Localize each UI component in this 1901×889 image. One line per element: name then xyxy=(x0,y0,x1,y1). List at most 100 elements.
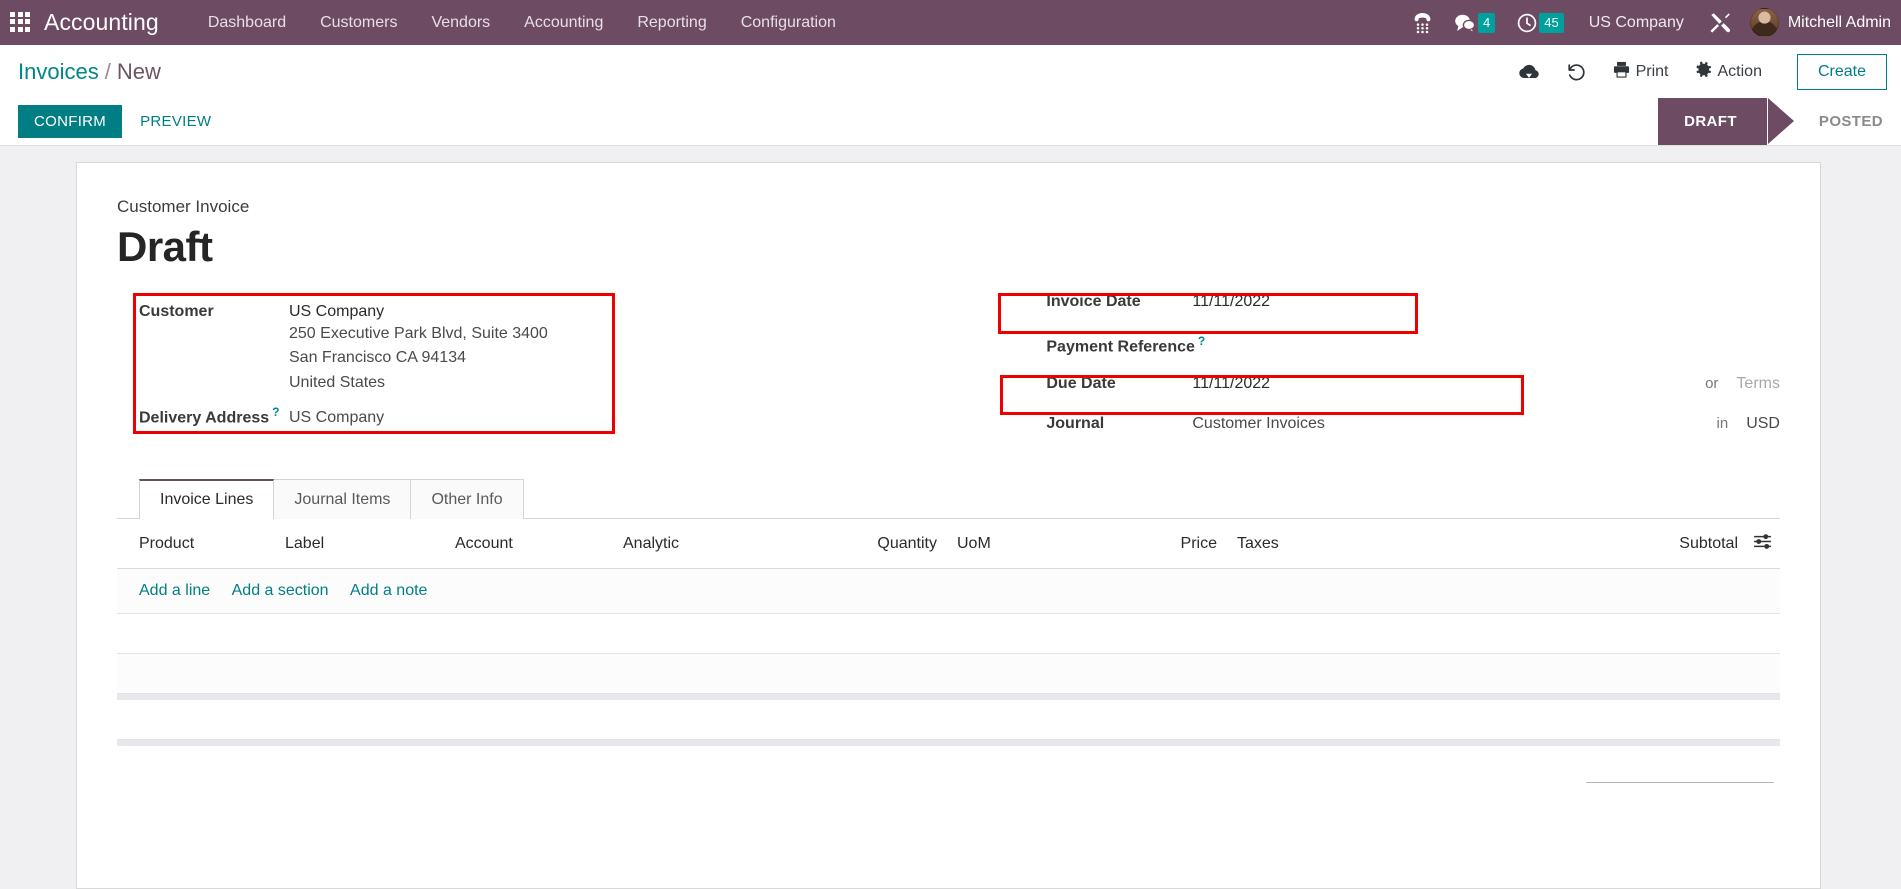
menu-item-configuration[interactable]: Configuration xyxy=(724,2,853,44)
empty-row xyxy=(117,699,1780,740)
currency-value[interactable]: USD xyxy=(1746,415,1780,433)
document-type-label: Customer Invoice xyxy=(117,197,250,216)
create-button[interactable]: Create xyxy=(1796,53,1887,90)
printer-icon xyxy=(1613,61,1630,83)
payment-reference-label: Payment Reference? xyxy=(1020,334,1205,356)
empty-row xyxy=(117,653,1780,694)
address-line-3: United States xyxy=(289,373,386,391)
gear-icon xyxy=(1695,61,1712,83)
due-date-label: Due Date xyxy=(1046,375,1116,392)
apps-grid-icon[interactable] xyxy=(10,11,32,34)
journal-in-label: in xyxy=(1716,415,1729,432)
delivery-address-value[interactable]: US Company xyxy=(289,409,384,427)
invoice-header-fields: Customer US Company 250 Executive Park B… xyxy=(117,293,1780,457)
action-button[interactable]: Action xyxy=(1682,55,1775,89)
add-a-section-button[interactable]: Add a section xyxy=(232,582,329,599)
customer-address: 250 Executive Park Blvd, Suite 3400 San … xyxy=(289,322,548,395)
breadcrumb: Invoices / New xyxy=(18,59,161,85)
totals-rule xyxy=(1586,782,1774,783)
col-product[interactable]: Product xyxy=(117,519,277,569)
control-panel-actions: Print Action Create xyxy=(1505,53,1887,90)
due-date-value[interactable]: 11/11/2022 xyxy=(1192,375,1705,393)
invoice-form-sheet: Customer Invoice Draft Customer US Compa… xyxy=(76,162,1821,889)
preview-button[interactable]: PREVIEW xyxy=(122,105,229,138)
activities-counter[interactable]: 45 xyxy=(1506,0,1574,45)
address-line-2: San Francisco CA 94134 xyxy=(289,349,466,367)
messages-counter[interactable]: 4 xyxy=(1443,0,1506,45)
address-line-1: 250 Executive Park Blvd, Suite 3400 xyxy=(289,325,548,342)
due-date-or-label: or xyxy=(1705,375,1719,392)
col-account[interactable]: Account xyxy=(447,519,615,569)
customer-label: Customer xyxy=(139,303,214,320)
tools-icon[interactable] xyxy=(1698,0,1742,45)
user-name-label: Mitchell Admin xyxy=(1787,13,1891,31)
navbar-systray: 4 45 US Company Mitchell Admin xyxy=(1402,0,1891,45)
add-a-note-button[interactable]: Add a note xyxy=(350,582,427,599)
col-label[interactable]: Label xyxy=(277,519,447,569)
tab-journal-items[interactable]: Journal Items xyxy=(274,479,412,519)
content-area: Customer Invoice Draft Customer US Compa… xyxy=(0,146,1901,889)
col-subtotal[interactable]: Subtotal xyxy=(1435,519,1746,569)
sliders-icon xyxy=(1754,534,1771,553)
menu-item-reporting[interactable]: Reporting xyxy=(620,2,723,44)
breadcrumb-current: New xyxy=(116,58,161,84)
col-quantity[interactable]: Quantity xyxy=(845,519,945,569)
totals-row xyxy=(117,746,1780,790)
payment-reference-label-text: Payment Reference xyxy=(1046,338,1195,356)
invoice-lines-body: Add a line Add a section Add a note xyxy=(117,568,1780,790)
delivery-address-label: Delivery Address? xyxy=(117,405,289,427)
invoice-lines-header: Product Label Account Analytic Quantity … xyxy=(117,519,1780,569)
status-posted[interactable]: POSTED xyxy=(1793,98,1901,145)
menu-item-customers[interactable]: Customers xyxy=(303,2,414,44)
help-tooltip-icon[interactable]: ? xyxy=(272,405,279,419)
action-label: Action xyxy=(1717,62,1762,80)
col-uom[interactable]: UoM xyxy=(945,519,1145,569)
add-a-line-button[interactable]: Add a line xyxy=(139,582,210,599)
menu-item-dashboard[interactable]: Dashboard xyxy=(191,2,303,44)
phone-dialpad-icon[interactable] xyxy=(1402,0,1443,45)
menu-item-accounting[interactable]: Accounting xyxy=(507,2,620,44)
top-navbar: Accounting Dashboard Customers Vendors A… xyxy=(0,0,1901,45)
app-brand-accounting[interactable]: Accounting xyxy=(44,9,159,36)
activities-count-badge: 45 xyxy=(1539,12,1564,33)
field-customer: Customer US Company xyxy=(117,293,998,322)
status-draft[interactable]: DRAFT xyxy=(1658,98,1767,145)
customer-value[interactable]: US Company xyxy=(289,303,384,321)
messages-count-badge: 4 xyxy=(1477,12,1496,33)
tab-other-info[interactable]: Other Info xyxy=(411,479,524,519)
payment-terms-input[interactable]: Terms xyxy=(1736,375,1780,393)
customer-column: Customer US Company 250 Executive Park B… xyxy=(117,293,998,457)
invoice-date-label: Invoice Date xyxy=(1046,293,1141,310)
confirm-button[interactable]: CONFIRM xyxy=(18,105,123,138)
empty-row xyxy=(117,613,1780,654)
field-delivery-address: Delivery Address? US Company xyxy=(117,395,998,427)
cloud-upload-icon[interactable] xyxy=(1505,57,1553,87)
journal-value[interactable]: Customer Invoices xyxy=(1192,415,1716,433)
menu-item-vendors[interactable]: Vendors xyxy=(414,2,507,44)
invoice-lines-table: Product Label Account Analytic Quantity … xyxy=(117,519,1780,790)
dates-column: Invoice Date 11/11/2022 Payment Referenc… xyxy=(998,293,1780,457)
journal-label: Journal xyxy=(1046,415,1105,432)
col-analytic[interactable]: Analytic xyxy=(615,519,845,569)
breadcrumb-separator: / xyxy=(104,58,111,84)
main-menu: Dashboard Customers Vendors Accounting R… xyxy=(191,2,853,44)
field-journal: Journal Customer Invoices in USD xyxy=(1020,415,1780,457)
optional-columns-button[interactable] xyxy=(1746,519,1780,569)
field-due-date: Due Date 11/11/2022 or Terms xyxy=(1020,375,1780,415)
help-tooltip-icon[interactable]: ? xyxy=(1198,334,1205,348)
status-bar: DRAFT POSTED xyxy=(1658,98,1901,145)
invoice-date-value[interactable]: 11/11/2022 xyxy=(1192,293,1270,311)
add-row-controls: Add a line Add a section Add a note xyxy=(117,568,1780,614)
tab-invoice-lines[interactable]: Invoice Lines xyxy=(139,479,275,519)
print-label: Print xyxy=(1635,62,1669,80)
notebook-tabs: Invoice Lines Journal Items Other Info xyxy=(117,479,1780,519)
print-button[interactable]: Print xyxy=(1600,55,1682,89)
col-price[interactable]: Price xyxy=(1145,519,1225,569)
user-menu[interactable]: Mitchell Admin xyxy=(1742,8,1891,37)
breadcrumb-invoices[interactable]: Invoices xyxy=(18,59,99,85)
control-panel: Invoices / New Print Action Create CONFI… xyxy=(0,45,1901,146)
undo-icon[interactable] xyxy=(1553,56,1600,88)
company-switcher[interactable]: US Company xyxy=(1575,14,1698,32)
page-title: Draft xyxy=(117,223,213,270)
col-taxes[interactable]: Taxes xyxy=(1225,519,1435,569)
